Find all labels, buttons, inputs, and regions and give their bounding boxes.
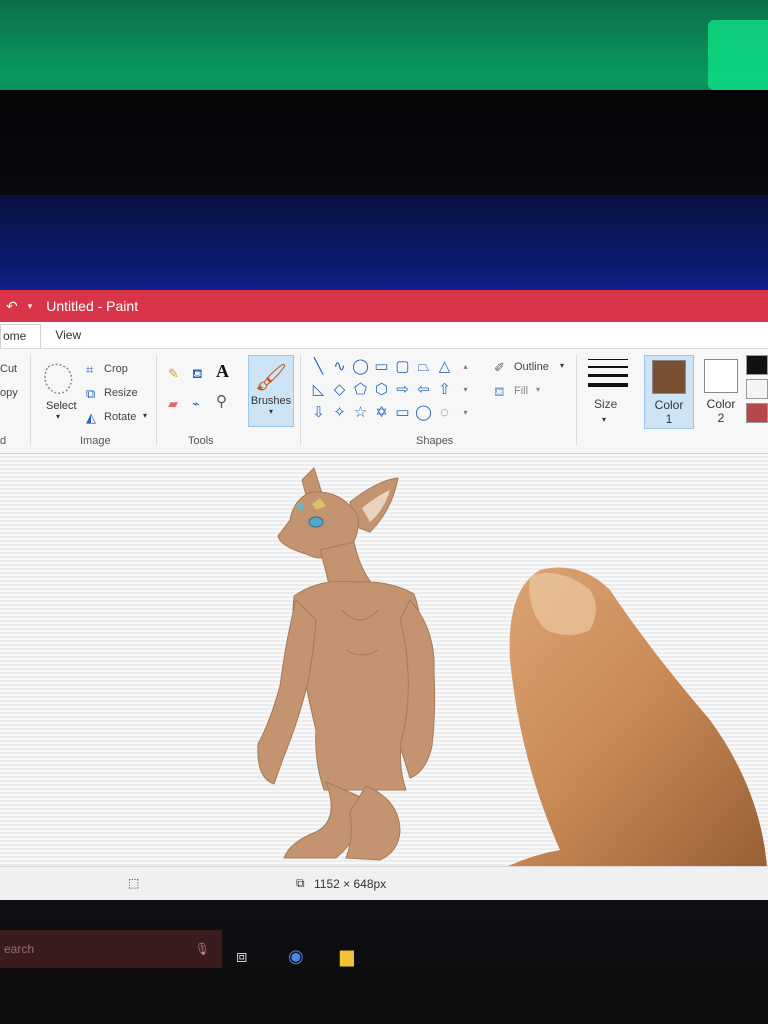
rotate-icon[interactable]: ◭ xyxy=(86,411,96,424)
file-explorer-icon[interactable]: ▆ xyxy=(340,946,354,967)
color2-number: 2 xyxy=(717,411,725,425)
brushes-label: Brushes xyxy=(250,395,292,407)
outline-dropdown-icon[interactable]: ▾ xyxy=(560,361,564,370)
divider xyxy=(576,355,577,445)
brushes-button[interactable]: 🖌 Brushes ▾ xyxy=(248,355,294,427)
copy-button[interactable]: opy xyxy=(0,387,18,399)
resize-button[interactable]: Resize xyxy=(104,387,138,399)
scroll-up-icon[interactable]: ▴ xyxy=(455,357,476,377)
diamond-shape-icon[interactable]: ◇ xyxy=(329,380,350,400)
pentagon-shape-icon[interactable]: ⬠ xyxy=(350,380,371,400)
right-triangle-shape-icon[interactable]: ◺ xyxy=(308,380,329,400)
ribbon: Cut opy d Select ▾ ⌗ Crop ⧉ Resize ◭ Rot… xyxy=(0,349,768,454)
four-point-star-shape-icon[interactable]: ✧ xyxy=(329,403,350,423)
fill-icon[interactable]: ⛾ xyxy=(494,385,505,398)
palette-color-red[interactable] xyxy=(746,403,768,423)
color1-button[interactable]: Color 1 xyxy=(644,355,694,429)
shapes-gallery[interactable]: ╲ ∿ ◯ ▭ ▢ ⏢ △ ▴ ◺ ◇ ⬠ ⬡ ⇨ ⇦ ⇧ ▾ ⇩ ✧ ☆ ✡ … xyxy=(308,357,478,423)
window-title: Untitled - Paint xyxy=(46,298,139,314)
lasso-select-icon xyxy=(44,363,73,394)
oval-shape-icon[interactable]: ◯ xyxy=(350,357,371,377)
five-point-star-shape-icon[interactable]: ☆ xyxy=(350,403,371,423)
palette-color-white[interactable] xyxy=(746,379,768,399)
clipboard-group-label: d xyxy=(0,435,7,447)
divider xyxy=(156,355,157,445)
select-dropdown-icon[interactable]: ▾ xyxy=(56,412,77,421)
hexagon-shape-icon[interactable]: ⬡ xyxy=(371,380,392,400)
select-tool[interactable]: Select ▾ xyxy=(42,361,77,421)
selection-size-icon: ⬚ xyxy=(128,876,140,890)
brush-icon: 🖌 xyxy=(254,362,288,392)
task-view-icon[interactable]: ⧈ xyxy=(236,946,247,967)
divider xyxy=(30,355,31,445)
color1-number: 1 xyxy=(665,412,673,426)
text-tool-icon[interactable]: A xyxy=(216,362,229,380)
magnifier-icon[interactable]: ⚲ xyxy=(216,394,227,409)
tab-home[interactable]: ome xyxy=(0,324,42,348)
rectangle-shape-icon[interactable]: ▭ xyxy=(371,357,392,377)
cloud-callout-shape-icon[interactable]: ◌ xyxy=(434,403,455,423)
shapes-group-label: Shapes xyxy=(416,435,454,447)
crop-icon[interactable]: ⌗ xyxy=(86,363,93,376)
curve-shape-icon[interactable]: ∿ xyxy=(329,357,350,377)
taskbar-search[interactable]: earch 🎙 xyxy=(0,930,222,968)
size-dropdown-icon[interactable]: ▾ xyxy=(602,415,606,424)
color2-button[interactable]: Color 2 xyxy=(696,355,746,429)
microphone-icon[interactable]: 🎙 xyxy=(195,930,210,968)
left-arrow-shape-icon[interactable]: ⇦ xyxy=(413,380,434,400)
resize-icon[interactable]: ⧉ xyxy=(86,387,95,400)
size-button[interactable]: Size xyxy=(594,397,617,411)
gallery-more-icon[interactable]: ▾ xyxy=(455,403,476,423)
color-picker-icon[interactable]: ⌁ xyxy=(192,397,200,410)
outline-button[interactable]: Outline xyxy=(514,361,549,373)
undo-icon[interactable]: ↶ xyxy=(6,298,18,315)
polygon-shape-icon[interactable]: ⏢ xyxy=(413,357,434,377)
rect-callout-shape-icon[interactable]: ▭ xyxy=(392,403,413,423)
six-point-star-shape-icon[interactable]: ✡ xyxy=(371,403,392,423)
fill-dropdown-icon[interactable]: ▾ xyxy=(536,385,540,394)
select-label: Select xyxy=(46,400,77,412)
color1-label: Color xyxy=(654,398,684,412)
chrome-icon[interactable]: ◉ xyxy=(288,946,304,967)
outline-icon[interactable]: ✐ xyxy=(494,361,505,374)
oval-callout-shape-icon[interactable]: ◯ xyxy=(413,403,434,423)
background-light xyxy=(708,20,768,90)
eraser-icon[interactable]: ▰ xyxy=(168,397,178,410)
canvas-dimensions: 1152 × 648px xyxy=(314,877,387,891)
rounded-rectangle-shape-icon[interactable]: ▢ xyxy=(392,357,413,377)
line-shape-icon[interactable]: ╲ xyxy=(308,357,329,377)
canvas-size-icon: ⧉ xyxy=(296,876,305,890)
palette-color-black[interactable] xyxy=(746,355,768,375)
color2-swatch xyxy=(704,359,738,393)
size-icon[interactable] xyxy=(588,359,628,393)
right-arrow-shape-icon[interactable]: ⇨ xyxy=(392,380,413,400)
title-bar[interactable]: ↶ ▾ Untitled - Paint xyxy=(0,290,768,322)
color1-swatch xyxy=(652,360,686,394)
tab-view[interactable]: View xyxy=(41,328,95,348)
search-placeholder: earch xyxy=(4,942,35,956)
image-group-label: Image xyxy=(80,435,111,447)
ribbon-tabs: ome View xyxy=(0,322,768,349)
desktop-background xyxy=(0,195,768,290)
cut-button[interactable]: Cut xyxy=(0,363,17,375)
triangle-shape-icon[interactable]: △ xyxy=(434,357,455,377)
up-arrow-shape-icon[interactable]: ⇧ xyxy=(434,380,455,400)
quick-access-dropdown-icon[interactable]: ▾ xyxy=(28,301,33,312)
rotate-button[interactable]: Rotate xyxy=(104,411,136,423)
rotate-dropdown-icon[interactable]: ▾ xyxy=(143,411,147,420)
status-bar: ⬚ ⧉ 1152 × 648px xyxy=(0,866,768,901)
fill-bucket-icon[interactable]: ⛾ xyxy=(192,367,203,380)
color2-label: Color xyxy=(706,397,736,411)
scroll-down-icon[interactable]: ▾ xyxy=(455,380,476,400)
brushes-dropdown-icon[interactable]: ▾ xyxy=(249,407,293,416)
fill-button[interactable]: Fill xyxy=(514,385,528,397)
divider xyxy=(300,355,301,445)
down-arrow-shape-icon[interactable]: ⇩ xyxy=(308,403,329,423)
crop-button[interactable]: Crop xyxy=(104,363,128,375)
pencil-icon[interactable]: ✎ xyxy=(168,367,179,380)
tools-group-label: Tools xyxy=(188,435,214,447)
